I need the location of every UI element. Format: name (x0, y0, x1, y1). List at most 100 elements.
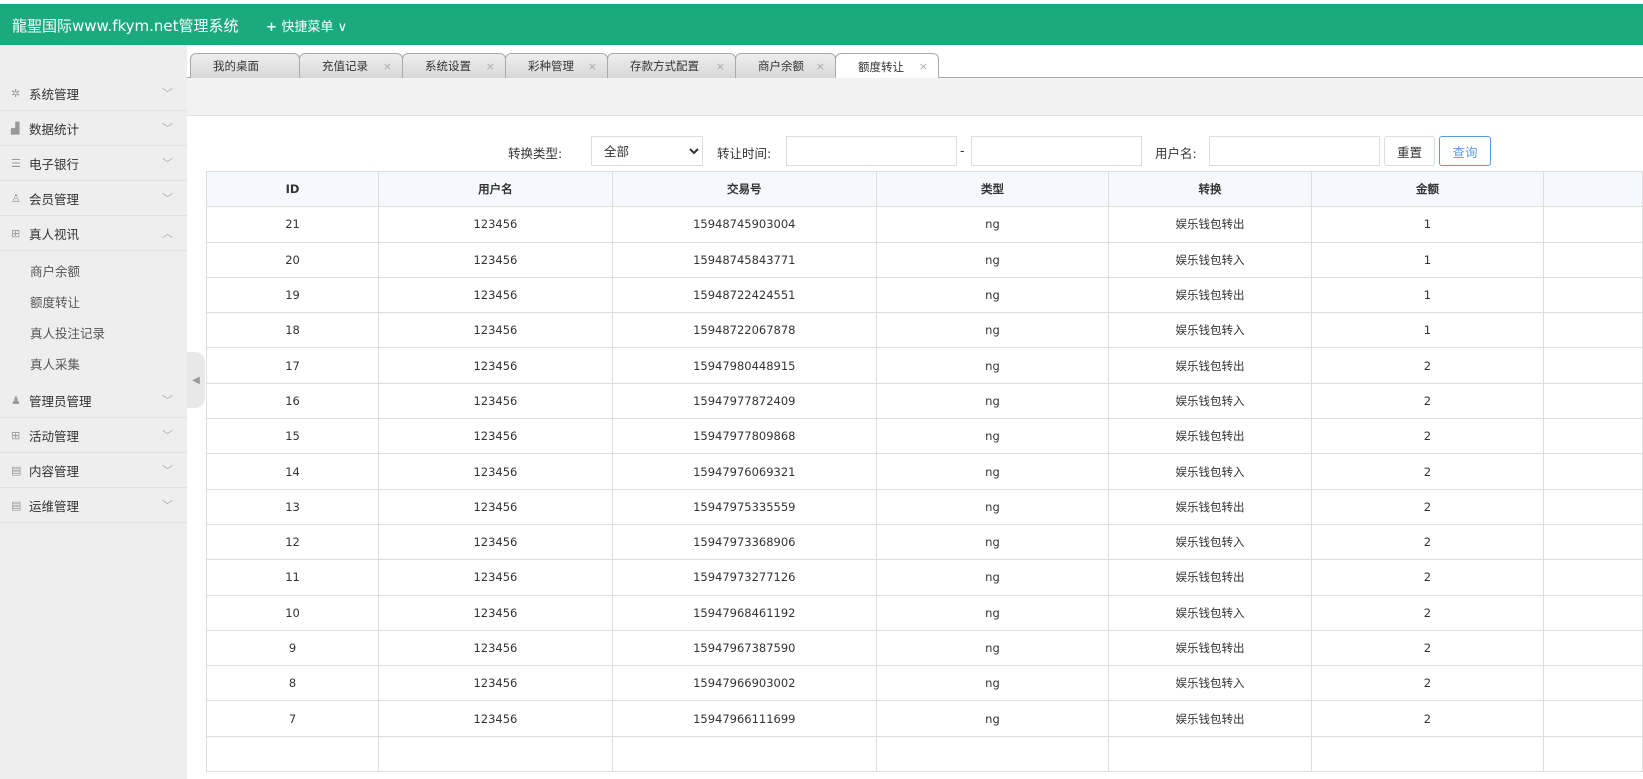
table-cell: ng (875, 418, 1110, 455)
document-icon: ▤ (11, 463, 22, 477)
table-cell: 娱乐钱包转入 (1108, 665, 1312, 702)
close-icon[interactable]: × (486, 60, 495, 73)
table-cell: 8 (205, 665, 380, 702)
close-icon[interactable]: × (919, 60, 928, 73)
table-row: 19 123456 15948722424551 ng 娱乐钱包转出 1 (205, 276, 1643, 314)
table-cell (1543, 629, 1643, 667)
table-cell (1543, 523, 1643, 561)
sidebar-item-5[interactable]: ♟ 管理员管理 ﹀ (0, 383, 187, 418)
sidebar-item-3[interactable]: ♙ 会员管理 ﹀ (0, 181, 187, 216)
table-cell: ng (875, 629, 1110, 667)
table-cell: 娱乐钱包转出 (1108, 700, 1312, 737)
tab-label: 彩种管理 (528, 59, 574, 73)
query-button[interactable]: 查询 (1439, 136, 1491, 166)
table-cell: 123456 (378, 559, 613, 596)
column-header: 转换 (1108, 170, 1312, 208)
table-cell: 15947967387590 (611, 629, 877, 667)
table-cell: 15947975335559 (611, 488, 877, 525)
username-input[interactable] (1209, 136, 1380, 166)
sidebar-item-6[interactable]: ⊞ 活动管理 ﹀ (0, 418, 187, 453)
table-row: 17 123456 15947980448915 ng 娱乐钱包转出 2 (205, 347, 1643, 384)
tab-3[interactable]: 彩种管理 × (505, 53, 608, 78)
type-label: 转换类型: (508, 146, 563, 161)
quick-menu-button[interactable]: + 快捷菜单 ∨ (266, 16, 347, 35)
column-header: ID (205, 170, 380, 208)
table-cell: 2 (1310, 594, 1545, 631)
table-cell (1543, 347, 1643, 384)
table-cell: ng (875, 488, 1110, 525)
sidebar-item-7[interactable]: ▤ 内容管理 ﹀ (0, 453, 187, 488)
sidebar-subitem[interactable]: 额度转让 (30, 292, 80, 311)
close-icon[interactable]: × (588, 60, 597, 73)
sidebar-item-label: 数据统计 (29, 121, 80, 137)
sidebar-subitem[interactable]: 真人采集 (30, 354, 80, 373)
table-cell: ng (875, 241, 1110, 278)
table-cell: 15947977809868 (611, 418, 877, 455)
table-cell: 15948745903004 (611, 206, 877, 243)
table-cell: 15948745843771 (611, 241, 877, 278)
username-label: 用户名: (1155, 146, 1197, 161)
table-row: 20 123456 15948745843771 ng 娱乐钱包转入 1 (205, 241, 1643, 278)
end-time-input[interactable] (971, 136, 1142, 166)
admin-icon: ♟ (11, 393, 21, 407)
close-icon[interactable]: × (716, 60, 725, 73)
table-cell: 20 (205, 241, 380, 278)
sidebar-item-0[interactable]: ✲ 系统管理 ﹀ (0, 76, 187, 111)
collapse-sidebar-button[interactable]: ◀ (187, 352, 205, 408)
table-cell: 15948722424551 (611, 276, 877, 314)
type-select[interactable]: 全部 (591, 136, 703, 166)
sidebar-item-4[interactable]: ⊞ 真人视讯 ︿ (0, 216, 187, 251)
tab-5[interactable]: 商户余额 × (735, 53, 836, 78)
table-cell (1543, 594, 1643, 631)
table-cell: 123456 (378, 453, 613, 490)
gift-icon: ⊞ (11, 226, 21, 240)
table-cell: 15947973368906 (611, 523, 877, 561)
table-cell (1543, 453, 1643, 490)
column-header: 金额 (1310, 170, 1545, 208)
top-bar: 龍聖国际www.fkym.net管理系统 + 快捷菜单 ∨ (0, 4, 1643, 45)
table-cell: 娱乐钱包转入 (1108, 594, 1312, 631)
table-cell: 15947968461192 (611, 594, 877, 631)
tab-0[interactable]: 我的桌面 (190, 53, 300, 78)
sidebar-subitem[interactable]: 真人投注记录 (30, 323, 105, 342)
table-cell (1543, 276, 1643, 314)
tab-6[interactable]: 额度转让 × (835, 53, 939, 79)
table-cell: 123456 (378, 700, 613, 737)
transfer-table: ID 用户名 交易号 类型 转换 金额 21 123456 15948745903004 ng 娱… (205, 170, 1643, 773)
table-cell: 13 (205, 488, 380, 525)
table-cell: 123456 (378, 523, 613, 561)
close-icon[interactable]: × (383, 60, 392, 73)
table-cell: 2 (1310, 700, 1545, 737)
table-cell (875, 735, 1110, 773)
table-cell (1543, 665, 1643, 702)
triangle-left-icon: ◀ (192, 374, 200, 386)
table-cell: 15947966903002 (611, 665, 877, 702)
table-row: 21 123456 15948745903004 ng 娱乐钱包转出 1 (205, 206, 1643, 243)
sidebar-subitem[interactable]: 商户余额 (30, 261, 80, 280)
table-cell: 15947980448915 (611, 347, 877, 384)
sidebar-item-label: 活动管理 (29, 428, 80, 444)
tab-1[interactable]: 充值记录 × (299, 53, 403, 78)
tab-4[interactable]: 存款方式配置 × (607, 53, 736, 78)
gift-icon: ⊞ (11, 428, 21, 442)
chevron-down-icon: ﹀ (162, 192, 173, 205)
start-time-input[interactable] (786, 136, 957, 166)
tab-2[interactable]: 系统设置 × (402, 53, 506, 78)
table-cell: 2 (1310, 629, 1545, 667)
table-cell (611, 735, 877, 773)
table-cell (1543, 418, 1643, 455)
table-cell: ng (875, 206, 1110, 243)
table-cell (1543, 312, 1643, 349)
table-row: 7 123456 15947966111699 ng 娱乐钱包转出 2 (205, 700, 1643, 737)
table-cell: 10 (205, 594, 380, 631)
table-cell: ng (875, 382, 1110, 420)
reset-button[interactable]: 重置 (1384, 136, 1435, 166)
chevron-down-icon: ﹀ (162, 464, 173, 477)
table-cell: 1 (1310, 241, 1545, 278)
close-icon[interactable]: × (816, 60, 825, 73)
sidebar-item-8[interactable]: ▤ 运维管理 ﹀ (0, 488, 187, 523)
table-cell: 123456 (378, 382, 613, 420)
table-cell: ng (875, 276, 1110, 314)
table-cell: 2 (1310, 665, 1545, 702)
tab-label: 商户余额 (758, 59, 804, 73)
